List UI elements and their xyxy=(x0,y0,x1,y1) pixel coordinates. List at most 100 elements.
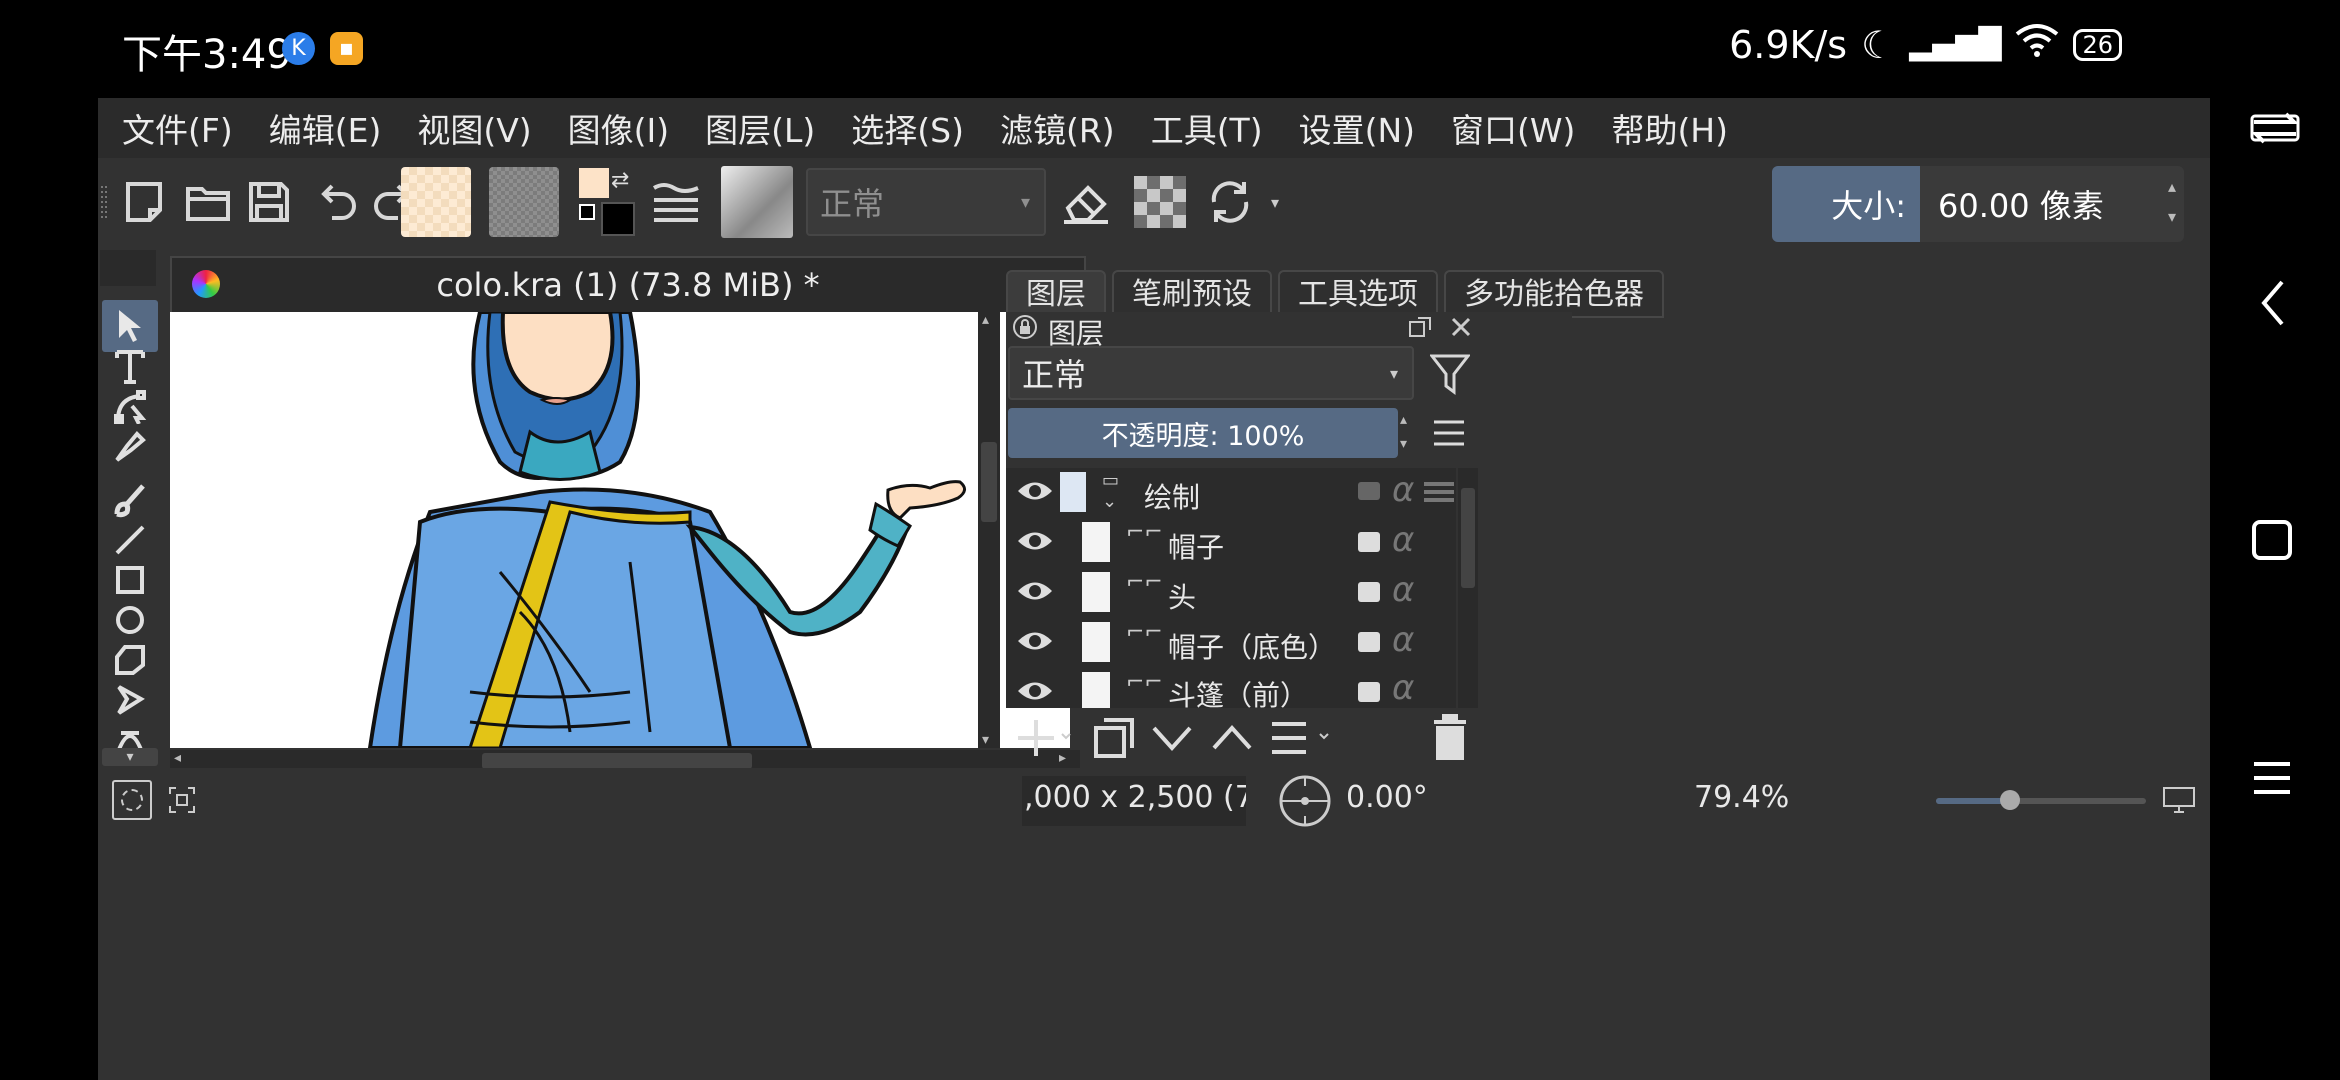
filter-icon[interactable] xyxy=(1428,352,1472,400)
image-size-field: ,000 x 2,500 (73.8 MiB xyxy=(1022,776,1246,826)
reset-colors-icon xyxy=(579,204,595,220)
docker-tabs: 图层 笔刷预设 工具选项 多功能拾色器 xyxy=(1006,270,2210,318)
layer-options-menu-icon[interactable] xyxy=(1432,418,1466,452)
menu-settings[interactable]: 设置(N) xyxy=(1299,104,1415,152)
tab-brush-presets[interactable]: 笔刷预设 xyxy=(1112,270,1272,318)
visibility-eye-icon[interactable] xyxy=(1016,578,1054,608)
paint-layer-icon: ⌐⌐ xyxy=(1126,520,1163,545)
menu-help[interactable]: 帮助(H) xyxy=(1611,104,1728,152)
canvas-vertical-scrollbar[interactable]: ▴ ▾ xyxy=(978,312,1000,748)
background-color[interactable] xyxy=(601,202,635,236)
screen-icon[interactable] xyxy=(2162,786,2196,818)
alpha-lock-icon[interactable]: α xyxy=(1392,470,1414,510)
color-selector[interactable]: ⇄ xyxy=(576,166,638,238)
layer-properties-icon[interactable] xyxy=(1268,716,1332,764)
lock-icon[interactable] xyxy=(1358,632,1380,652)
add-layer-icon[interactable] xyxy=(1016,716,1072,764)
chevron-down-icon[interactable]: ▾ xyxy=(1264,166,1286,238)
spin-arrows-icon[interactable]: ▴ ▾ xyxy=(2168,172,2176,232)
swap-colors-icon[interactable]: ⇄ xyxy=(611,168,629,193)
new-document-icon[interactable] xyxy=(116,166,172,238)
toolbar-handle[interactable] xyxy=(98,166,110,238)
reload-preset-icon[interactable] xyxy=(1198,166,1262,238)
brush-size-spinbox[interactable]: 大小: 60.00 像素 ▴ ▾ xyxy=(1772,166,2184,242)
toolbox-scroll-down[interactable]: ▾ xyxy=(102,748,158,766)
menu-layer[interactable]: 图层(L) xyxy=(705,104,815,152)
layer-blend-mode-select[interactable]: 正常 ▾ xyxy=(1008,346,1414,400)
menu-image[interactable]: 图像(I) xyxy=(568,104,669,152)
fit-view-icon[interactable] xyxy=(168,786,196,818)
move-layer-down-icon[interactable] xyxy=(1150,718,1194,762)
home-button[interactable] xyxy=(2252,520,2292,560)
menu-tools[interactable]: 工具(T) xyxy=(1151,104,1263,152)
move-layer-up-icon[interactable] xyxy=(1210,718,1254,762)
lock-docker-icon[interactable] xyxy=(1012,314,1038,344)
layer-name: 帽子（底色） xyxy=(1168,631,1337,664)
layer-row[interactable]: ⌐⌐ 头 α xyxy=(1006,568,1454,616)
alpha-lock-icon[interactable]: α xyxy=(1392,570,1414,610)
menu-file[interactable]: 文件(F) xyxy=(122,104,233,152)
opacity-label: 不透明度: 100% xyxy=(1101,420,1305,452)
open-document-icon[interactable] xyxy=(176,166,240,238)
zoom-level[interactable]: 79.4% xyxy=(1694,780,1789,815)
alpha-lock-icon[interactable]: α xyxy=(1392,620,1414,660)
float-docker-icon[interactable] xyxy=(1408,314,1434,344)
foreground-color[interactable] xyxy=(579,168,609,198)
visibility-eye-icon[interactable] xyxy=(1016,528,1054,558)
eraser-icon[interactable] xyxy=(1054,166,1118,238)
artwork-illustration xyxy=(367,312,966,748)
document-tab[interactable]: colo.kra (1) (73.8 MiB) * xyxy=(170,256,1086,312)
layer-list-scrollbar[interactable] xyxy=(1458,468,1478,708)
battery-icon: 26 xyxy=(2073,28,2122,61)
tab-advanced-color-selector[interactable]: 多功能拾色器 xyxy=(1444,270,1664,318)
alpha-lock-icon[interactable]: α xyxy=(1392,520,1414,560)
spin-arrows-icon[interactable]: ▴ ▾ xyxy=(1400,408,1416,456)
visibility-eye-icon[interactable] xyxy=(1016,478,1054,508)
layer-row[interactable]: ⌐⌐ 斗篷（前） α xyxy=(1006,668,1454,716)
layer-row[interactable]: ⌐⌐ 帽子 α xyxy=(1006,518,1454,566)
visibility-eye-icon[interactable] xyxy=(1016,628,1054,658)
opacity-slider[interactable]: 不透明度: 100% xyxy=(1008,408,1398,458)
layer-row[interactable]: ⌐⌐ 帽子（底色） α xyxy=(1006,618,1454,666)
gradient-swatch[interactable] xyxy=(400,166,472,238)
layer-thumbnail xyxy=(1060,472,1086,512)
undo-icon[interactable] xyxy=(312,166,364,238)
rotation-icon[interactable] xyxy=(1278,774,1332,832)
tab-layers[interactable]: 图层 xyxy=(1006,270,1106,318)
blend-mode-select[interactable]: 正常 ▾ xyxy=(806,168,1046,236)
pass-through-icon[interactable] xyxy=(1424,482,1454,502)
zoom-slider[interactable] xyxy=(1936,790,2146,810)
lock-icon[interactable] xyxy=(1358,532,1380,552)
pattern-swatch[interactable] xyxy=(488,166,560,238)
alpha-lock-icon[interactable]: α xyxy=(1392,668,1414,708)
alpha-lock-icon[interactable] xyxy=(1130,166,1190,238)
menu-select[interactable]: 选择(S) xyxy=(851,104,964,152)
save-icon[interactable] xyxy=(240,166,298,238)
brush-size-label: 大小: xyxy=(1772,166,1920,242)
visibility-eye-icon[interactable] xyxy=(1016,678,1054,708)
menu-view[interactable]: 视图(V) xyxy=(417,104,531,152)
brush-preset-thumbnail[interactable] xyxy=(718,166,796,238)
tab-tool-options[interactable]: 工具选项 xyxy=(1278,270,1438,318)
paint-layer-icon: ⌐⌐ xyxy=(1126,620,1163,645)
wifi-icon xyxy=(2015,22,2059,67)
menu-filter[interactable]: 滤镜(R) xyxy=(1000,104,1115,152)
duplicate-layer-icon[interactable] xyxy=(1092,716,1136,764)
canvas[interactable] xyxy=(170,312,1070,748)
lock-icon[interactable] xyxy=(1358,482,1380,500)
lock-icon[interactable] xyxy=(1358,682,1380,702)
rotation-angle[interactable]: 0.00° xyxy=(1346,780,1428,815)
menu-edit[interactable]: 编辑(E) xyxy=(269,104,382,152)
menu-window[interactable]: 窗口(W) xyxy=(1451,104,1575,152)
delete-layer-icon[interactable] xyxy=(1430,712,1470,766)
close-icon[interactable] xyxy=(1450,316,1472,342)
edit-brush-settings-icon[interactable] xyxy=(646,166,706,238)
calligraphy-tool-icon[interactable] xyxy=(102,420,158,472)
menu-button[interactable] xyxy=(2250,756,2294,804)
brush-size-value[interactable]: 60.00 像素 xyxy=(1920,181,2104,227)
layer-row[interactable]: ▭ ⌄ 绘制 α xyxy=(1006,468,1454,516)
back-button[interactable] xyxy=(2258,278,2288,332)
lock-icon[interactable] xyxy=(1358,582,1380,602)
rotate-icon[interactable] xyxy=(2246,108,2304,148)
selection-mode-icon[interactable] xyxy=(112,780,152,820)
